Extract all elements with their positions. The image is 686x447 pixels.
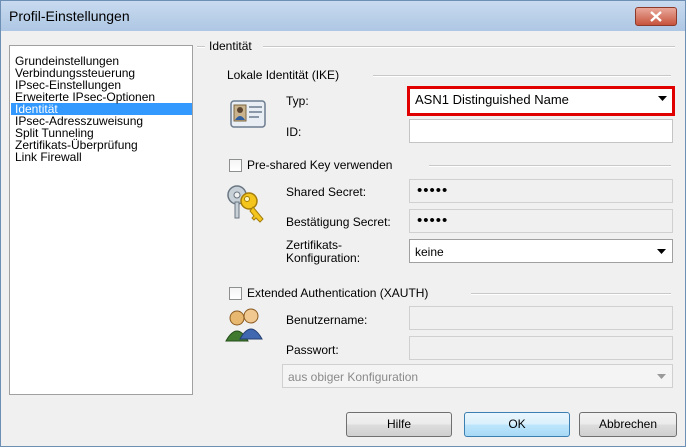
identity-type-value: ASN1 Distinguished Name	[415, 92, 569, 107]
xauth-source-select[interactable]: aus obiger Konfiguration	[282, 364, 673, 388]
key-icon	[227, 185, 264, 223]
password-label: Passwort:	[286, 343, 339, 357]
id-label: ID:	[286, 125, 302, 139]
section-divider	[197, 46, 205, 48]
type-label-text: Typ:	[286, 94, 309, 108]
psk-checkbox[interactable]	[229, 159, 242, 172]
identity-id-input[interactable]	[409, 119, 673, 143]
shared-secret-input[interactable]: •••••	[409, 179, 673, 203]
identity-type-select[interactable]: ASN1 Distinguished Name	[407, 86, 675, 116]
chevron-down-icon	[658, 96, 667, 101]
group-divider	[429, 165, 671, 167]
username-label: Benutzername:	[286, 313, 368, 327]
settings-nav-list: Grundeinstellungen Verbindungssteuerung …	[9, 45, 193, 395]
cert-config-value: keine	[415, 245, 444, 259]
profile-settings-dialog: Profil-Einstellungen Grundeinstellungen …	[0, 0, 686, 447]
username-input[interactable]	[409, 306, 673, 330]
cancel-button[interactable]: Abbrechen	[579, 412, 677, 437]
close-icon	[650, 11, 662, 22]
section-title: Identität	[209, 39, 252, 53]
chevron-down-icon	[657, 374, 666, 379]
psk-checkbox-label[interactable]: Pre-shared Key verwenden	[247, 158, 392, 172]
xauth-checkbox-label[interactable]: Extended Authentication (XAUTH)	[247, 286, 428, 300]
confirm-secret-value: •••••	[417, 212, 449, 229]
xauth-source-value: aus obiger Konfiguration	[288, 370, 419, 384]
window-title: Profil-Einstellungen	[9, 8, 130, 24]
confirm-secret-label: Bestätigung Secret:	[286, 215, 391, 229]
xauth-checkbox[interactable]	[229, 287, 242, 300]
chevron-down-icon	[657, 249, 666, 254]
id-card-icon	[230, 100, 266, 128]
close-button[interactable]	[635, 7, 677, 26]
cert-config-select[interactable]: keine	[409, 239, 673, 263]
shared-secret-value: •••••	[417, 182, 449, 199]
cert-config-label-line2: Konfiguration:	[286, 251, 361, 265]
nav-item-link-firewall[interactable]: Link Firewall	[11, 151, 192, 163]
local-identity-group-title: Lokale Identität (IKE)	[227, 68, 340, 82]
group-divider	[373, 75, 671, 77]
ok-button[interactable]: OK	[464, 412, 570, 437]
cert-config-label-line1: Zertifikats-	[286, 238, 343, 252]
users-icon	[225, 308, 263, 342]
section-divider	[263, 46, 675, 48]
title-bar: Profil-Einstellungen	[1, 1, 685, 31]
help-button[interactable]: Hilfe	[346, 412, 452, 437]
group-divider	[471, 293, 671, 295]
confirm-secret-input[interactable]: •••••	[409, 209, 673, 233]
type-label: Typ:	[286, 94, 309, 108]
shared-secret-label: Shared Secret:	[286, 185, 367, 199]
password-input[interactable]	[409, 336, 673, 360]
